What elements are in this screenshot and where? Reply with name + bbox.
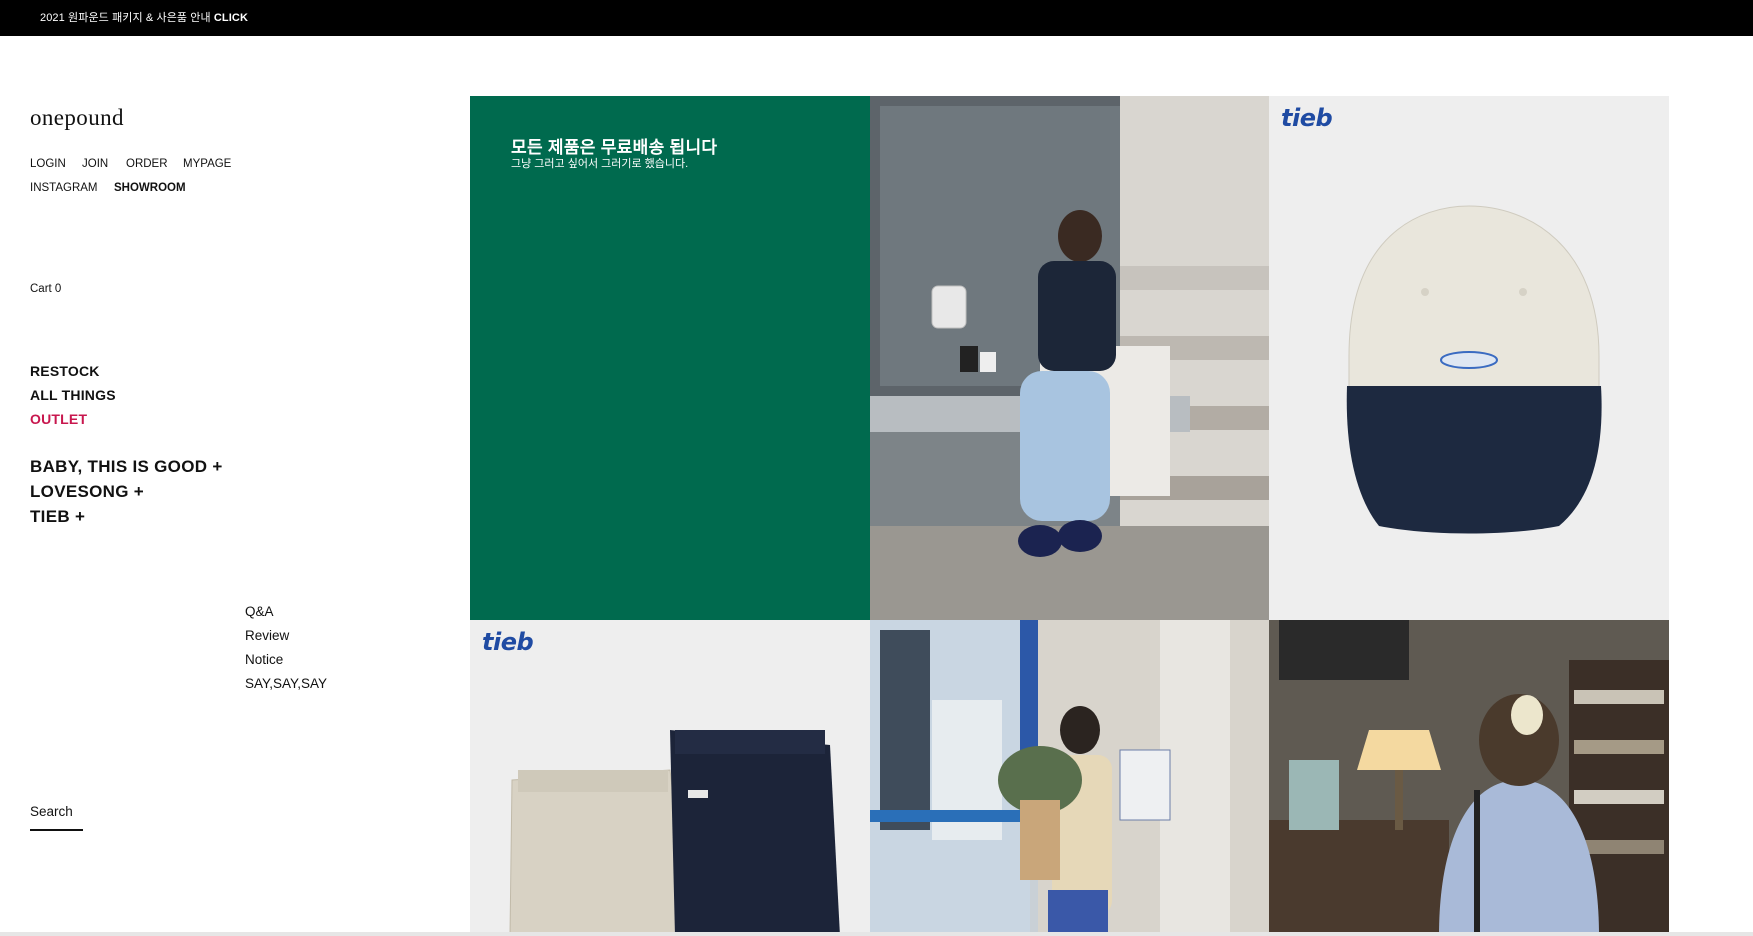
free-shipping-banner[interactable]: 모든 제품은 무료배송 됩니다 그냥 그러고 싶어서 그러기로 했습니다. <box>470 96 870 620</box>
bottom-scroll-edge <box>0 932 1753 936</box>
cap-product-image <box>1346 205 1602 534</box>
category-baby-this-is-good[interactable]: BABY, THIS IS GOOD + <box>30 457 223 477</box>
site-logo[interactable]: onepound <box>30 105 124 131</box>
category-all-things[interactable]: ALL THINGS <box>30 387 116 403</box>
brand-logo-tieb: tieb <box>1281 104 1333 132</box>
product-pants-tile[interactable]: tieb <box>470 620 870 936</box>
instagram-link[interactable]: INSTAGRAM <box>30 182 98 194</box>
board-review-link[interactable]: Review <box>245 628 289 643</box>
lookbook-photo-flowers[interactable] <box>870 620 1269 936</box>
cart-link[interactable]: Cart 0 <box>30 283 61 295</box>
board-notice-link[interactable]: Notice <box>245 652 283 667</box>
product-cap-tile[interactable]: tieb <box>1269 96 1669 620</box>
pants-product-image <box>509 730 840 936</box>
join-link[interactable]: JOIN <box>82 158 108 170</box>
board-saysay-link[interactable]: SAY,SAY,SAY <box>245 676 327 691</box>
lookbook-photo-bookstore[interactable] <box>1269 620 1669 936</box>
lookbook-photo-bench[interactable] <box>870 96 1269 620</box>
notice-text: 2021 원파운드 패키지 & 사은품 안내 <box>40 12 214 24</box>
flowers-photo-illustration <box>870 620 1269 936</box>
search-underline <box>30 829 83 831</box>
brand-logo-tieb: tieb <box>482 628 534 656</box>
category-restock[interactable]: RESTOCK <box>30 363 100 379</box>
package-notice-link[interactable]: 2021 원파운드 패키지 & 사은품 안내 CLICK <box>40 9 248 25</box>
board-qa-link[interactable]: Q&A <box>245 604 274 619</box>
search-link[interactable]: Search <box>30 804 73 819</box>
main-image-grid: 모든 제품은 무료배송 됩니다 그냥 그러고 싶어서 그러기로 했습니다. ti… <box>470 96 1669 936</box>
notice-click[interactable]: CLICK <box>214 12 248 24</box>
promo-subtitle: 그냥 그러고 싶어서 그러기로 했습니다. <box>511 158 689 170</box>
category-tieb[interactable]: TIEB + <box>30 507 85 527</box>
top-notice-bar: 2021 원파운드 패키지 & 사은품 안내 CLICK <box>0 0 1753 36</box>
category-outlet[interactable]: OUTLET <box>30 411 87 427</box>
showroom-link[interactable]: SHOWROOM <box>114 182 186 194</box>
bench-photo-illustration <box>870 96 1269 620</box>
mypage-link[interactable]: MYPAGE <box>183 158 231 170</box>
bookstore-photo-illustration <box>1269 620 1669 936</box>
login-link[interactable]: LOGIN <box>30 158 66 170</box>
order-link[interactable]: ORDER <box>126 158 168 170</box>
category-lovesong[interactable]: LOVESONG + <box>30 482 144 502</box>
